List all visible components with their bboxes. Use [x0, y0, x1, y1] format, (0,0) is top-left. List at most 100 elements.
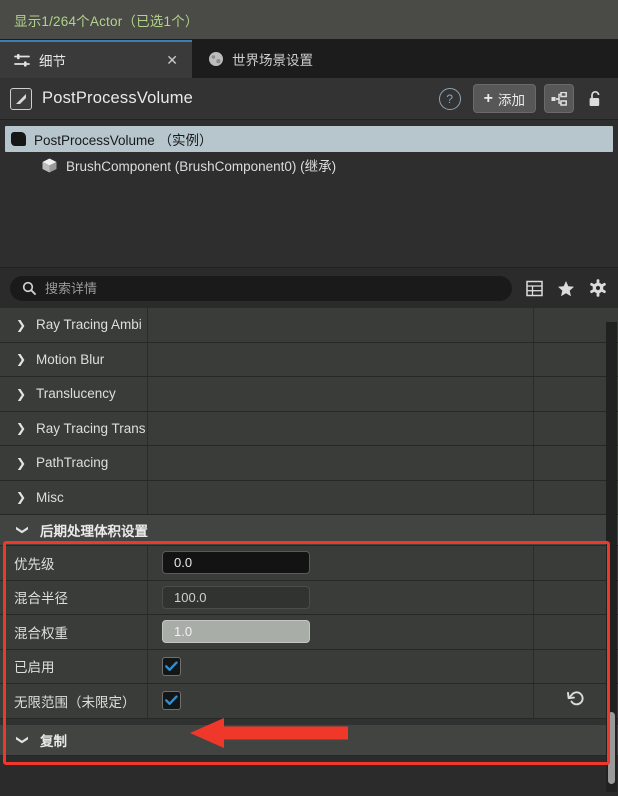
property-label: 优先级 — [14, 556, 55, 572]
actor-count-status: 显示1/264个Actor（已选1个） — [14, 13, 199, 29]
grid-view-icon[interactable] — [524, 280, 544, 297]
category-row-misc[interactable]: ❯ Misc — [0, 480, 618, 515]
category-value-cell — [148, 343, 533, 377]
chevron-down-icon[interactable]: ❮ — [14, 523, 28, 537]
section-header-label: 复制 — [40, 733, 67, 749]
checkmark-icon — [165, 695, 178, 706]
globe-icon — [208, 51, 224, 67]
plus-icon: + — [483, 89, 493, 107]
category-name-cell: ❯ Misc — [0, 480, 148, 514]
category-row-motion-blur[interactable]: ❯ Motion Blur — [0, 342, 618, 377]
help-icon[interactable]: ? — [438, 87, 461, 110]
section-header-label: 后期处理体积设置 — [40, 524, 148, 539]
priority-number-input[interactable]: 0.0 — [162, 551, 310, 575]
category-label: Ray Tracing Trans — [36, 420, 146, 436]
category-value-cell — [148, 446, 533, 480]
category-value-cell — [148, 412, 533, 446]
panel-tab-strip: 细节 ✕ 世界场景设置 — [0, 40, 618, 78]
blueprint-icon[interactable] — [544, 84, 574, 113]
reset-arrow-icon[interactable] — [566, 689, 586, 712]
cube-icon — [41, 157, 58, 174]
details-header-bar: PostProcessVolume ? + 添加 — [0, 78, 618, 120]
favorites-star-icon[interactable] — [556, 280, 576, 297]
category-name-cell: ❯ Ray Tracing Trans — [0, 411, 148, 445]
category-value-cell — [148, 377, 533, 411]
volume-blob-icon — [11, 132, 26, 146]
add-component-label: 添加 — [498, 92, 525, 108]
selected-object-name: PostProcessVolume — [42, 89, 194, 107]
property-value-cell — [148, 650, 533, 684]
search-input-wrapper[interactable] — [10, 275, 512, 301]
category-row-ray-tracing-ambient[interactable]: ❯ Ray Tracing Ambi — [0, 308, 618, 343]
property-name-cell: 优先级 — [0, 546, 148, 580]
section-header-replication[interactable]: ❮ 复制 — [0, 724, 618, 756]
category-name-cell: ❯ PathTracing — [0, 446, 148, 480]
tree-row-root[interactable]: PostProcessVolume （实例） — [5, 126, 613, 152]
category-row-ray-tracing-translucency[interactable]: ❯ Ray Tracing Trans — [0, 411, 618, 446]
property-row-priority[interactable]: 优先级 0.0 — [0, 546, 618, 581]
property-value-cell: 1.0 — [148, 615, 533, 649]
chevron-right-icon[interactable]: ❯ — [14, 456, 28, 470]
property-label: 已启用 — [14, 660, 55, 676]
blend-radius-number-input[interactable]: 100.0 — [162, 585, 310, 609]
blend-weight-number-input[interactable]: 1.0 — [162, 620, 310, 644]
chevron-down-icon[interactable]: ❮ — [14, 733, 28, 747]
volume-icon — [10, 87, 32, 110]
tree-row-brush-component-label: BrushComponent (BrushComponent0) (继承) — [66, 159, 337, 174]
tree-row-brush-component[interactable]: BrushComponent (BrushComponent0) (继承) — [5, 152, 613, 178]
vertical-scrollbar[interactable] — [606, 322, 617, 792]
scrollbar-thumb[interactable] — [608, 712, 615, 784]
checkmark-icon — [165, 661, 178, 671]
category-label: Ray Tracing Ambi — [36, 317, 142, 333]
details-panel-window: 显示1/264个Actor（已选1个） 细节 ✕ 世界场景设置 PostProc… — [0, 0, 618, 796]
property-name-cell: 混合半径 — [0, 580, 148, 614]
category-label: Misc — [36, 489, 64, 505]
tab-world-settings-label: 世界场景设置 — [232, 53, 313, 68]
add-component-button[interactable]: + 添加 — [472, 84, 536, 113]
property-label: 混合权重 — [14, 625, 68, 641]
chevron-right-icon[interactable]: ❯ — [14, 352, 28, 366]
details-search-bar — [0, 268, 618, 308]
search-input[interactable] — [45, 280, 500, 296]
tab-world-settings[interactable]: 世界场景设置 — [192, 40, 327, 78]
property-row-enabled[interactable]: 已启用 — [0, 649, 618, 684]
property-value-cell — [148, 684, 533, 718]
category-label: Translucency — [36, 386, 116, 402]
settings-gear-icon[interactable] — [588, 279, 608, 297]
category-name-cell: ❯ Ray Tracing Ambi — [0, 308, 148, 342]
enabled-checkbox[interactable] — [162, 656, 181, 676]
property-value-cell: 100.0 — [148, 581, 533, 615]
tab-details-label: 细节 — [39, 54, 66, 69]
property-row-blend-weight[interactable]: 混合权重 1.0 — [0, 615, 618, 650]
property-name-cell: 已启用 — [0, 649, 148, 683]
chevron-right-icon[interactable]: ❯ — [14, 490, 28, 504]
category-row-translucency[interactable]: ❯ Translucency — [0, 377, 618, 412]
category-value-cell — [148, 308, 533, 342]
category-name-cell: ❯ Motion Blur — [0, 342, 148, 376]
section-header-postprocess-volume-settings[interactable]: ❮ 后期处理体积设置 — [0, 515, 618, 546]
property-row-unbound[interactable]: 无限范围（未限定） — [0, 684, 618, 719]
property-name-cell: 无限范围（未限定） — [0, 684, 148, 718]
category-row-pathtracing[interactable]: ❯ PathTracing — [0, 446, 618, 481]
sliders-icon — [14, 53, 31, 68]
property-row-blend-radius[interactable]: 混合半径 100.0 — [0, 580, 618, 615]
tree-row-root-label: PostProcessVolume （实例） — [34, 133, 213, 148]
tab-details[interactable]: 细节 ✕ — [0, 40, 192, 78]
chevron-right-icon[interactable]: ❯ — [14, 421, 28, 435]
property-name-cell: 混合权重 — [0, 615, 148, 649]
category-value-cell — [148, 481, 533, 515]
unbound-checkbox[interactable] — [162, 691, 181, 711]
component-tree: PostProcessVolume （实例） BrushComponent (B… — [0, 120, 618, 268]
chevron-right-icon[interactable]: ❯ — [14, 387, 28, 401]
unlocked-padlock-icon[interactable] — [582, 85, 608, 112]
category-label: PathTracing — [36, 455, 109, 471]
tab-close-icon[interactable]: ✕ — [156, 53, 178, 67]
property-label: 无限范围（未限定） — [14, 694, 136, 710]
chevron-right-icon[interactable]: ❯ — [14, 318, 28, 332]
viewport-status-bar: 显示1/264个Actor（已选1个） — [0, 0, 618, 40]
category-name-cell: ❯ Translucency — [0, 377, 148, 411]
property-list: ❯ Ray Tracing Ambi ❯ Motion Blur ❯ Trans… — [0, 308, 618, 756]
category-label: Motion Blur — [36, 351, 105, 367]
property-label: 混合半径 — [14, 591, 68, 607]
property-value-cell: 0.0 — [148, 546, 533, 580]
